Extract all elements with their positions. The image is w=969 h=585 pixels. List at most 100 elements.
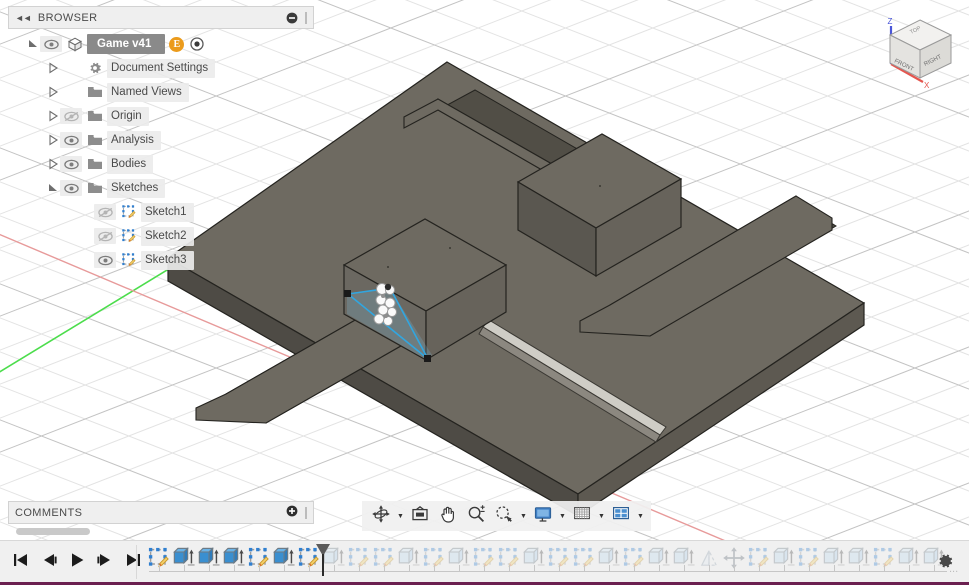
cad-application-window: Z X TOP FRONT RIGHT ◄◄ BROWSER bbox=[0, 0, 969, 585]
chevron-down-icon[interactable]: ▼ bbox=[597, 513, 606, 520]
tree-item-label: Sketch2 bbox=[141, 227, 194, 246]
twist-placeholder bbox=[80, 205, 94, 219]
look-at-button[interactable] bbox=[407, 503, 433, 529]
twist-placeholder bbox=[80, 229, 94, 243]
step-back-button[interactable] bbox=[36, 550, 61, 574]
zoom-in-out-icon bbox=[466, 504, 486, 529]
sketch-icon bbox=[119, 204, 138, 220]
eye-visible-icon[interactable] bbox=[40, 36, 62, 52]
tree-item-root[interactable]: Game v41 E bbox=[8, 32, 314, 56]
go-to-end-button[interactable] bbox=[120, 550, 145, 574]
grid-snaps-button[interactable] bbox=[569, 503, 595, 529]
eye-hidden-icon[interactable] bbox=[60, 108, 82, 124]
triangle-expanded-icon[interactable] bbox=[46, 181, 60, 195]
browser-header[interactable]: ◄◄ BROWSER bbox=[8, 6, 314, 29]
eye-hidden-icon[interactable] bbox=[94, 204, 116, 220]
eye-visible-icon[interactable] bbox=[60, 180, 82, 196]
tree-item-origin[interactable]: Origin bbox=[8, 104, 314, 128]
play-icon bbox=[67, 550, 87, 575]
sketch-icon bbox=[119, 252, 138, 268]
viewports-button[interactable] bbox=[608, 503, 634, 529]
go-to-beginning-button[interactable] bbox=[8, 550, 33, 574]
triangle-collapsed-icon[interactable] bbox=[46, 61, 60, 75]
tree-item-sketch2[interactable]: Sketch2 bbox=[8, 224, 314, 248]
activate-component-radio-icon[interactable] bbox=[189, 36, 205, 52]
eye-visible-icon[interactable] bbox=[94, 252, 116, 268]
browser-horizontal-scrollbar[interactable] bbox=[16, 528, 306, 535]
panel-resize-grip[interactable] bbox=[305, 12, 307, 24]
eye-visible-icon[interactable] bbox=[60, 156, 82, 172]
tree-item-sketches[interactable]: Sketches bbox=[8, 176, 314, 200]
timeline-tick bbox=[284, 565, 285, 572]
grid-icon bbox=[572, 504, 592, 529]
timeline-tick bbox=[309, 565, 310, 572]
play-button[interactable] bbox=[64, 550, 89, 574]
component-link-badge[interactable]: E bbox=[169, 37, 184, 52]
sketch-icon bbox=[119, 228, 138, 244]
browser-title: BROWSER bbox=[38, 12, 285, 24]
timeline-tick bbox=[509, 565, 510, 572]
double-left-arrow-icon[interactable]: ◄◄ bbox=[15, 13, 31, 23]
comments-panel-header[interactable]: COMMENTS bbox=[8, 501, 314, 524]
tree-item-sketch1[interactable]: Sketch1 bbox=[8, 200, 314, 224]
pan-button[interactable] bbox=[435, 503, 461, 529]
browser-tree: Game v41 E Document Settings Named Views O… bbox=[8, 29, 314, 272]
chevron-down-icon[interactable]: ▼ bbox=[396, 513, 405, 520]
folder-icon bbox=[85, 108, 104, 124]
eye-placeholder bbox=[60, 84, 82, 100]
timeline-tick bbox=[234, 565, 235, 572]
viewports-icon bbox=[611, 504, 631, 529]
hand-pan-icon bbox=[438, 504, 458, 529]
triangle-collapsed-icon[interactable] bbox=[46, 85, 60, 99]
comments-resize-grip[interactable] bbox=[305, 507, 307, 519]
step-forward-button[interactable] bbox=[92, 550, 117, 574]
tree-item-analysis[interactable]: Analysis bbox=[8, 128, 314, 152]
plus-circle-icon[interactable] bbox=[286, 505, 298, 520]
tree-item-label: Sketch3 bbox=[141, 251, 194, 270]
twist-placeholder bbox=[80, 253, 94, 267]
timeline-tick bbox=[359, 565, 360, 572]
timeline-baseline bbox=[149, 571, 947, 572]
minus-circle-icon[interactable] bbox=[285, 11, 298, 24]
timeline-tick bbox=[709, 565, 710, 572]
browser-panel: ◄◄ BROWSER bbox=[8, 6, 314, 272]
timeline-tick bbox=[859, 565, 860, 572]
tree-item-document-settings[interactable]: Document Settings bbox=[8, 56, 314, 80]
timeline-tick bbox=[759, 565, 760, 572]
gear-icon bbox=[85, 60, 104, 76]
chevron-down-icon[interactable]: ▼ bbox=[636, 513, 645, 520]
fit-button[interactable] bbox=[491, 503, 517, 529]
tree-item-label: Origin bbox=[107, 107, 149, 126]
eye-visible-icon[interactable] bbox=[60, 132, 82, 148]
triangle-collapsed-icon[interactable] bbox=[46, 133, 60, 147]
zoom-button[interactable] bbox=[463, 503, 489, 529]
folder-icon bbox=[85, 84, 104, 100]
timeline-tick bbox=[259, 565, 260, 572]
timeline-marker[interactable] bbox=[316, 544, 330, 576]
display-settings-button[interactable] bbox=[530, 503, 556, 529]
view-cube[interactable]: Z X TOP FRONT RIGHT bbox=[877, 8, 963, 94]
tree-rows: Document Settings Named Views Origin Analys… bbox=[8, 56, 314, 272]
timeline-tick bbox=[684, 565, 685, 572]
timeline-settings-gear-icon[interactable] bbox=[935, 551, 957, 573]
orbit-button[interactable] bbox=[368, 503, 394, 529]
eye-hidden-icon[interactable] bbox=[94, 228, 116, 244]
timeline-tick bbox=[609, 565, 610, 572]
triangle-collapsed-icon[interactable] bbox=[46, 157, 60, 171]
scrollbar-thumb[interactable] bbox=[16, 528, 90, 535]
triangle-expanded-icon[interactable] bbox=[26, 37, 40, 51]
3d-viewport[interactable]: Z X TOP FRONT RIGHT ◄◄ BROWSER bbox=[0, 0, 969, 540]
zoom-fit-icon bbox=[494, 504, 514, 529]
tree-item-root-label: Game v41 bbox=[87, 34, 165, 54]
tree-item-sketch3[interactable]: Sketch3 bbox=[8, 248, 314, 272]
chevron-down-icon[interactable]: ▼ bbox=[558, 513, 567, 520]
chevron-down-icon[interactable]: ▼ bbox=[519, 513, 528, 520]
tree-item-label: Named Views bbox=[107, 83, 189, 102]
timeline-tick bbox=[184, 565, 185, 572]
eye-placeholder bbox=[60, 60, 82, 76]
tree-item-bodies[interactable]: Bodies bbox=[8, 152, 314, 176]
tree-item-label: Bodies bbox=[107, 155, 153, 174]
tree-item-named-views[interactable]: Named Views bbox=[8, 80, 314, 104]
timeline-track[interactable]: ... bbox=[145, 545, 925, 581]
triangle-collapsed-icon[interactable] bbox=[46, 109, 60, 123]
